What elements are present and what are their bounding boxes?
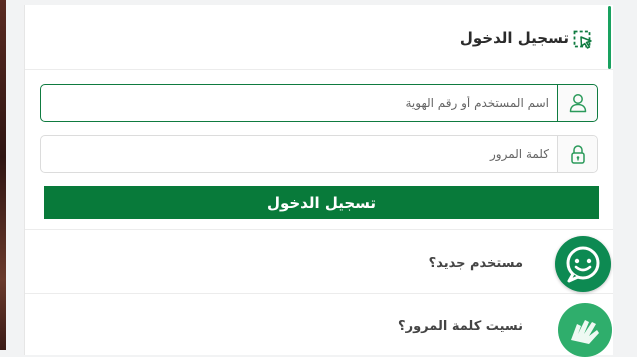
login-header: تسجيل الدخول bbox=[25, 5, 613, 70]
username-input[interactable] bbox=[41, 85, 559, 121]
cursor-select-icon bbox=[573, 30, 593, 50]
chat-bot-icon bbox=[566, 246, 600, 283]
login-button[interactable]: تسجيل الدخول bbox=[44, 186, 599, 219]
background-edge bbox=[0, 0, 6, 350]
sign-language-button[interactable] bbox=[558, 303, 612, 357]
login-panel: تسجيل الدخول تسجيل الدخول bbox=[24, 5, 613, 355]
forgot-password-link[interactable]: نسيت كلمة المرور؟ bbox=[398, 319, 523, 334]
user-icon bbox=[569, 94, 587, 113]
new-user-link[interactable]: مستخدم جديد؟ bbox=[429, 256, 523, 271]
username-field bbox=[40, 84, 598, 122]
header-accent-bar bbox=[608, 6, 611, 69]
divider bbox=[25, 293, 613, 294]
password-field bbox=[40, 135, 598, 173]
chat-bot-button[interactable] bbox=[555, 236, 611, 292]
lock-icon bbox=[571, 145, 585, 164]
password-input[interactable] bbox=[41, 136, 559, 172]
divider bbox=[25, 229, 613, 230]
password-addon bbox=[557, 136, 597, 172]
login-title: تسجيل الدخول bbox=[459, 29, 569, 47]
sign-language-icon bbox=[571, 320, 599, 344]
username-addon bbox=[557, 85, 597, 121]
